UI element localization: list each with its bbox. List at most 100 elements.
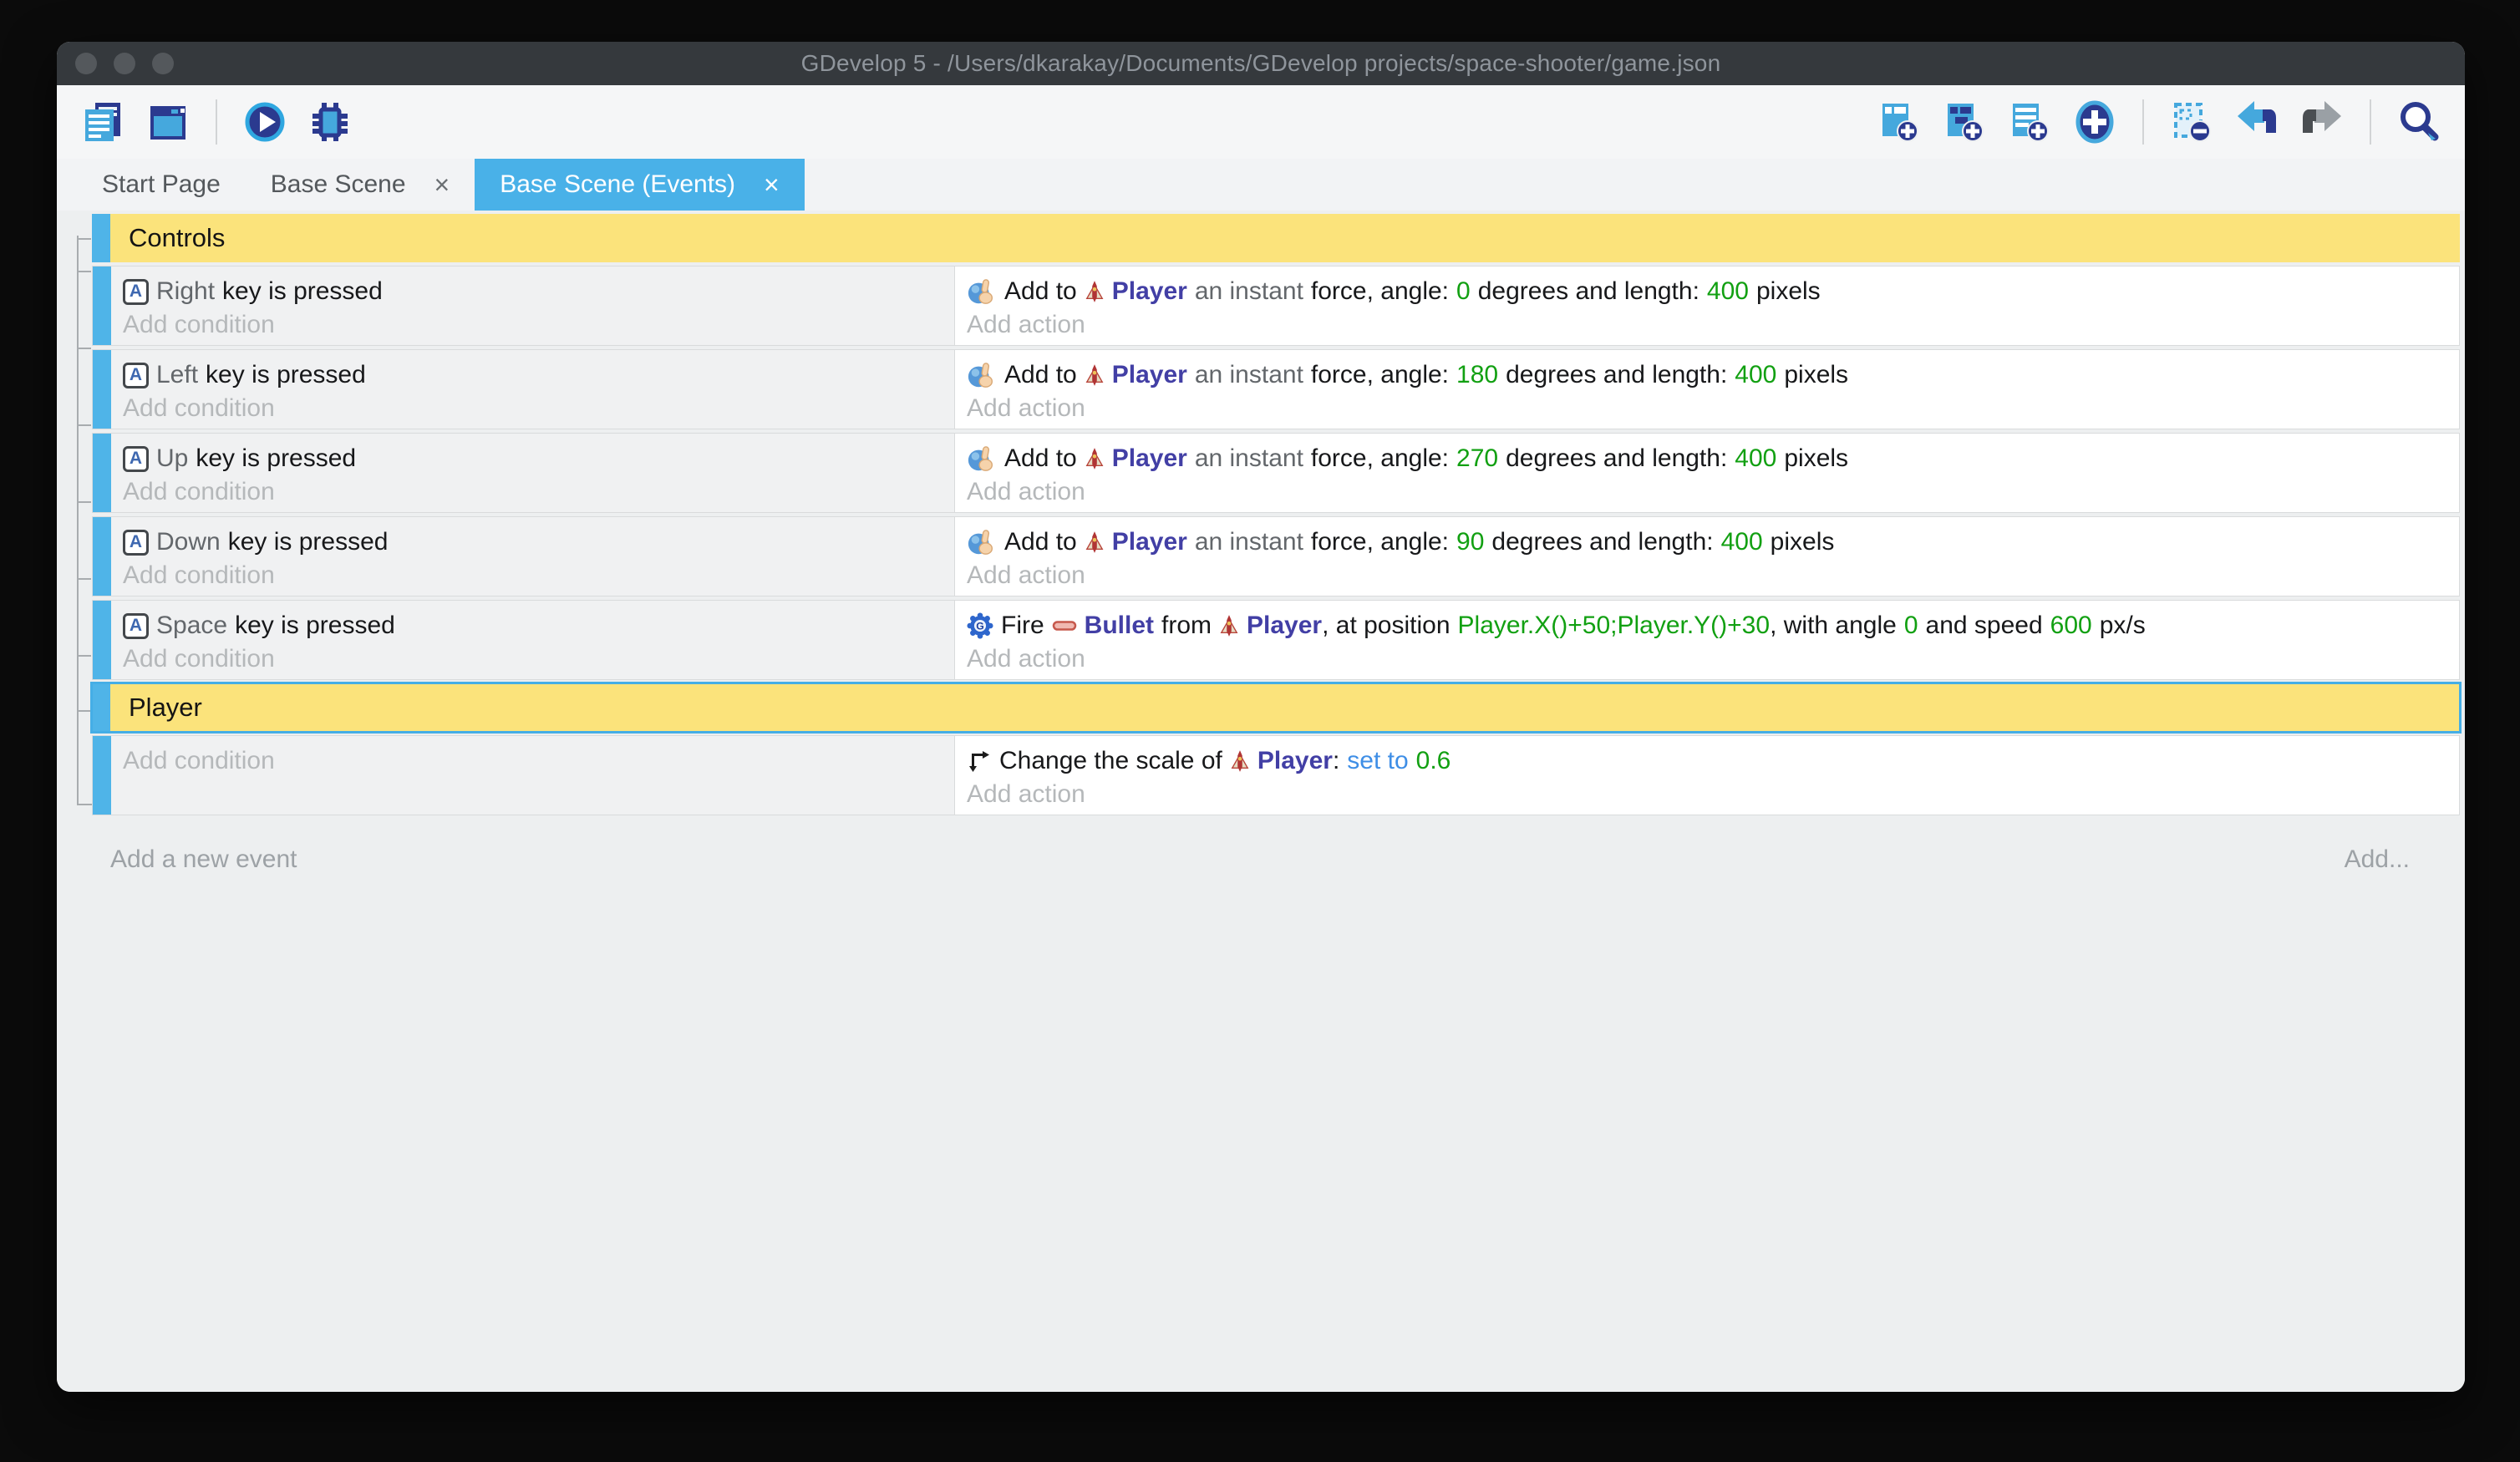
- event-row: A Right key is pressed Add condition Add…: [92, 266, 2460, 346]
- add-subevent-icon[interactable]: [1940, 98, 1989, 146]
- add-more-link[interactable]: Add...: [2345, 845, 2410, 874]
- action-text: Add to: [1004, 361, 1077, 389]
- events-footer: Add a new event Add...: [110, 845, 2410, 874]
- action-text: pixels: [1771, 528, 1835, 556]
- action-text: Add to: [1004, 277, 1077, 306]
- action-sentence[interactable]: Add to Player an instant force, angle: 1…: [967, 357, 2451, 393]
- events-sheet: Controls A Right key is pressed Add cond…: [57, 211, 2465, 1392]
- search-icon[interactable]: [2395, 98, 2443, 146]
- keyboard-key-icon: A: [123, 613, 149, 639]
- action-text: Fire: [1001, 612, 1044, 640]
- actions-cell[interactable]: G Fire Bullet from Player, at position P…: [955, 601, 2459, 679]
- tab-base-scene[interactable]: Base Scene ×: [246, 159, 475, 211]
- desktop-background: GDevelop 5 - /Users/dkarakay/Documents/G…: [0, 0, 2520, 1462]
- length-value: 400: [1721, 528, 1763, 556]
- scene-editor-icon[interactable]: [144, 98, 192, 146]
- delete-event-icon[interactable]: [2167, 98, 2216, 146]
- tab-base-scene-events[interactable]: Base Scene (Events) ×: [475, 159, 805, 211]
- group-header-player[interactable]: Player: [92, 683, 2460, 732]
- zoom-window-button[interactable]: [152, 53, 174, 74]
- tree-stub: [77, 710, 91, 712]
- action-sentence[interactable]: Add to Player an instant force, angle: 2…: [967, 440, 2451, 477]
- add-action-link[interactable]: Add action: [967, 477, 2451, 507]
- force-hand-icon: [967, 444, 997, 474]
- action-text: Add to: [1004, 444, 1077, 473]
- add-condition-link[interactable]: Add condition: [123, 310, 946, 340]
- add-new-event-link[interactable]: Add a new event: [110, 845, 297, 874]
- action-sentence[interactable]: Add to Player an instant force, angle: 0…: [967, 273, 2451, 310]
- force-hand-icon: [967, 527, 997, 557]
- object-name: Player: [1112, 444, 1187, 473]
- add-event-icon[interactable]: [1875, 98, 1923, 146]
- close-tab-icon[interactable]: ×: [764, 170, 780, 201]
- event-row: A Left key is pressed Add condition Add …: [92, 349, 2460, 429]
- add-action-link[interactable]: Add action: [967, 779, 2451, 810]
- condition-text: key is pressed: [228, 528, 389, 556]
- debugger-bug-icon[interactable]: [306, 98, 354, 146]
- event-color-bar: [93, 434, 111, 512]
- add-action-link[interactable]: Add action: [967, 310, 2451, 340]
- preview-play-icon[interactable]: [241, 98, 289, 146]
- traffic-lights: [75, 42, 174, 85]
- condition-sentence[interactable]: A Down key is pressed: [123, 524, 946, 561]
- toolbar-left-group: [79, 98, 354, 146]
- object-name: Bullet: [1085, 612, 1154, 640]
- action-sentence[interactable]: Add to Player an instant force, angle: 9…: [967, 524, 2451, 561]
- speed-value: 600: [2050, 612, 2092, 640]
- condition-sentence[interactable]: A Space key is pressed: [123, 607, 946, 644]
- conditions-cell[interactable]: A Up key is pressed Add condition: [111, 434, 955, 512]
- tree-stub: [77, 578, 91, 580]
- action-sentence[interactable]: G Fire Bullet from Player, at position P…: [967, 607, 2451, 644]
- tab-start-page[interactable]: Start Page: [77, 159, 246, 211]
- project-manager-icon[interactable]: [79, 98, 127, 146]
- actions-cell[interactable]: Add to Player an instant force, angle: 1…: [955, 350, 2459, 429]
- event-color-bar: [93, 601, 111, 679]
- keyboard-key-icon: A: [123, 279, 149, 305]
- angle-value: 180: [1456, 361, 1498, 389]
- add-action-link[interactable]: Add action: [967, 393, 2451, 424]
- minimize-window-button[interactable]: [114, 53, 135, 74]
- add-circle-icon[interactable]: [2070, 98, 2119, 146]
- add-comment-icon[interactable]: [2005, 98, 2054, 146]
- angle-value: 270: [1456, 444, 1498, 473]
- add-action-link[interactable]: Add action: [967, 644, 2451, 674]
- conditions-cell[interactable]: A Space key is pressed Add condition: [111, 601, 955, 679]
- action-text: , with angle: [1770, 612, 1897, 639]
- condition-param: Space: [156, 612, 227, 640]
- add-condition-link[interactable]: Add condition: [123, 477, 946, 507]
- event-color-bar: [92, 683, 110, 732]
- action-text: force, angle:: [1311, 528, 1449, 556]
- conditions-cell[interactable]: Add condition: [111, 736, 955, 815]
- add-condition-link[interactable]: Add condition: [123, 561, 946, 591]
- add-condition-link[interactable]: Add condition: [123, 644, 946, 674]
- add-condition-link[interactable]: Add condition: [123, 743, 946, 779]
- conditions-cell[interactable]: A Left key is pressed Add condition: [111, 350, 955, 429]
- action-sentence[interactable]: Change the scale of Player: set to 0.6: [967, 743, 2451, 779]
- condition-param: Up: [156, 444, 188, 473]
- add-condition-link[interactable]: Add condition: [123, 393, 946, 424]
- actions-cell[interactable]: Add to Player an instant force, angle: 0…: [955, 267, 2459, 345]
- group-header-controls[interactable]: Controls: [92, 214, 2460, 262]
- add-action-link[interactable]: Add action: [967, 561, 2451, 591]
- redo-icon[interactable]: [2298, 98, 2346, 146]
- window-titlebar: GDevelop 5 - /Users/dkarakay/Documents/G…: [57, 42, 2465, 85]
- actions-cell[interactable]: Add to Player an instant force, angle: 2…: [955, 434, 2459, 512]
- actions-cell[interactable]: Add to Player an instant force, angle: 9…: [955, 517, 2459, 596]
- action-text: force, angle:: [1311, 444, 1449, 473]
- close-tab-icon[interactable]: ×: [434, 170, 450, 201]
- action-text: , at position: [1322, 612, 1450, 639]
- tab-label: Base Scene (Events): [500, 170, 735, 199]
- actions-cell[interactable]: Change the scale of Player: set to 0.6 A…: [955, 736, 2459, 815]
- toolbar-divider: [2142, 99, 2144, 145]
- conditions-cell[interactable]: A Down key is pressed Add condition: [111, 517, 955, 596]
- condition-sentence[interactable]: A Right key is pressed: [123, 273, 946, 310]
- object-name: Player: [1112, 277, 1187, 306]
- condition-sentence[interactable]: A Left key is pressed: [123, 357, 946, 393]
- condition-sentence[interactable]: A Up key is pressed: [123, 440, 946, 477]
- toolbar-right-group: [1875, 98, 2443, 146]
- close-window-button[interactable]: [75, 53, 97, 74]
- conditions-cell[interactable]: A Right key is pressed Add condition: [111, 267, 955, 345]
- angle-value: 0: [1904, 612, 1918, 640]
- undo-icon[interactable]: [2233, 98, 2281, 146]
- svg-text:G: G: [976, 621, 984, 632]
